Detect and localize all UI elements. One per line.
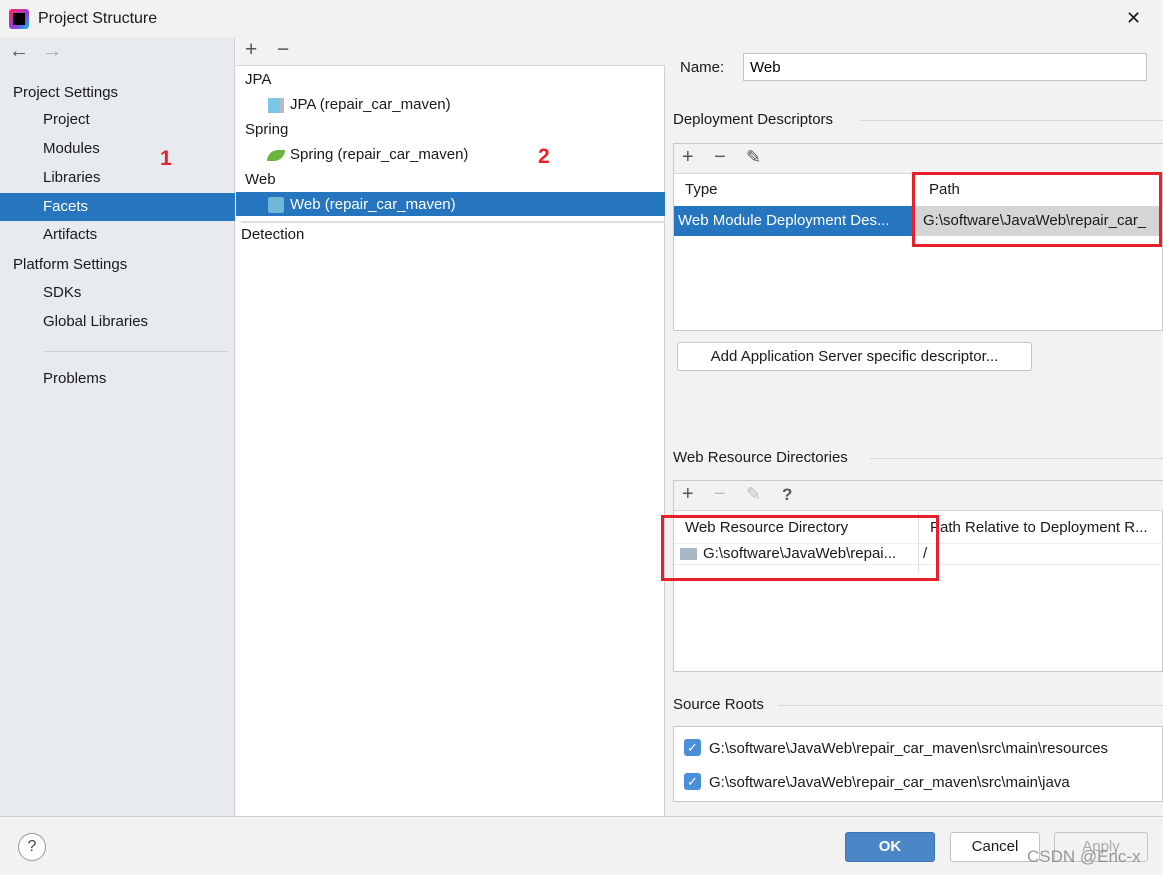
jpa-icon <box>268 98 284 113</box>
sidebar-item-sdks[interactable]: SDKs <box>43 284 81 301</box>
facet-web[interactable]: Web (repair_car_maven) <box>236 192 665 216</box>
section-divider <box>860 120 1163 121</box>
annotation-1: 1 <box>160 147 172 170</box>
back-icon[interactable]: ← <box>9 40 29 63</box>
remove-resource-button: − <box>714 483 726 505</box>
source-root-checkbox[interactable]: ✓ <box>684 739 701 756</box>
remove-descriptor-button[interactable]: − <box>714 146 726 169</box>
group-web: Web <box>245 171 276 188</box>
web-facet-icon <box>268 197 284 213</box>
footer: ? OK Cancel Apply CSDN @Eric-x <box>0 816 1163 875</box>
descriptor-toolbar: + − ✎ <box>674 144 1163 174</box>
add-server-descriptor-label: Add Application Server specific descript… <box>710 348 999 365</box>
intellij-logo-icon <box>9 9 29 29</box>
edit-pencil-icon: ✎ <box>746 484 762 504</box>
facets-toolbar: + − <box>236 37 665 66</box>
forward-icon[interactable]: → <box>42 40 62 63</box>
edit-pencil-icon[interactable]: ✎ <box>746 147 761 168</box>
detection-item[interactable]: Detection <box>241 226 304 243</box>
web-resource-directories-heading: Web Resource Directories <box>673 449 848 466</box>
annotation-2: 2 <box>538 145 550 168</box>
facet-jpa[interactable]: JPA (repair_car_maven) <box>266 94 566 116</box>
ok-button[interactable]: OK <box>845 832 935 862</box>
highlight-box-path <box>912 172 1162 247</box>
add-descriptor-button[interactable]: + <box>682 146 694 169</box>
help-icon[interactable]: ? <box>782 485 792 505</box>
add-resource-button[interactable]: + <box>682 483 694 506</box>
window-title: Project Structure <box>38 10 158 27</box>
sidebar-divider <box>43 351 228 352</box>
close-icon[interactable]: ✕ <box>1126 8 1141 29</box>
source-root-checkbox[interactable]: ✓ <box>684 773 701 790</box>
project-settings-heading: Project Settings <box>13 84 119 101</box>
ok-label: OK <box>878 838 902 855</box>
descriptor-type-cell: Web Module Deployment Des... <box>674 206 914 236</box>
tree-separator <box>241 221 665 223</box>
source-roots-heading: Source Roots <box>673 696 764 713</box>
group-spring: Spring <box>245 121 289 138</box>
title-bar: Project Structure ✕ <box>0 0 1163 37</box>
help-button[interactable]: ? <box>18 833 46 861</box>
cancel-label: Cancel <box>971 838 1019 855</box>
sidebar-item-global-libraries[interactable]: Global Libraries <box>43 313 148 330</box>
name-label: Name: <box>680 59 725 76</box>
sidebar-item-problems[interactable]: Problems <box>43 370 106 387</box>
remove-facet-button[interactable]: − <box>277 38 289 62</box>
name-input[interactable] <box>743 53 1147 81</box>
section-divider <box>778 705 1163 706</box>
sidebar-item-libraries[interactable]: Libraries <box>43 169 101 186</box>
platform-settings-heading: Platform Settings <box>13 256 128 273</box>
descriptor-type: Web Module Deployment Des... <box>678 212 890 229</box>
facets-tree: JPA JPA (repair_car_maven) Spring Spring… <box>236 66 665 266</box>
spring-leaf-icon <box>267 150 285 161</box>
web-resource-toolbar: + − ✎ ? <box>674 481 1163 511</box>
column-header-type[interactable]: Type <box>685 181 718 198</box>
help-icon: ? <box>27 838 37 855</box>
highlight-box-web-resource <box>661 515 939 581</box>
sidebar-item-project[interactable]: Project <box>43 111 90 128</box>
sidebar: ← → Project Settings Project Modules Lib… <box>0 37 235 816</box>
deployment-descriptors-heading: Deployment Descriptors <box>673 111 834 128</box>
add-server-descriptor-button[interactable]: Add Application Server specific descript… <box>677 342 1032 371</box>
group-jpa: JPA <box>245 71 272 88</box>
sidebar-item-modules[interactable]: Modules <box>43 140 100 157</box>
source-root-path: G:\software\JavaWeb\repair_car_maven\src… <box>709 740 1109 757</box>
column-header-relative-path[interactable]: Path Relative to Deployment R... <box>930 519 1148 536</box>
watermark: CSDN @Eric-x <box>1027 847 1141 866</box>
facet-spring[interactable]: Spring (repair_car_maven) <box>266 144 566 166</box>
sidebar-item-facets[interactable]: Facets <box>0 193 235 221</box>
add-facet-button[interactable]: + <box>245 38 257 62</box>
sidebar-item-artifacts[interactable]: Artifacts <box>43 226 97 243</box>
source-roots-list: ✓ G:\software\JavaWeb\repair_car_maven\s… <box>673 726 1163 802</box>
section-divider <box>870 458 1163 459</box>
source-root-path: G:\software\JavaWeb\repair_car_maven\src… <box>709 774 1070 791</box>
